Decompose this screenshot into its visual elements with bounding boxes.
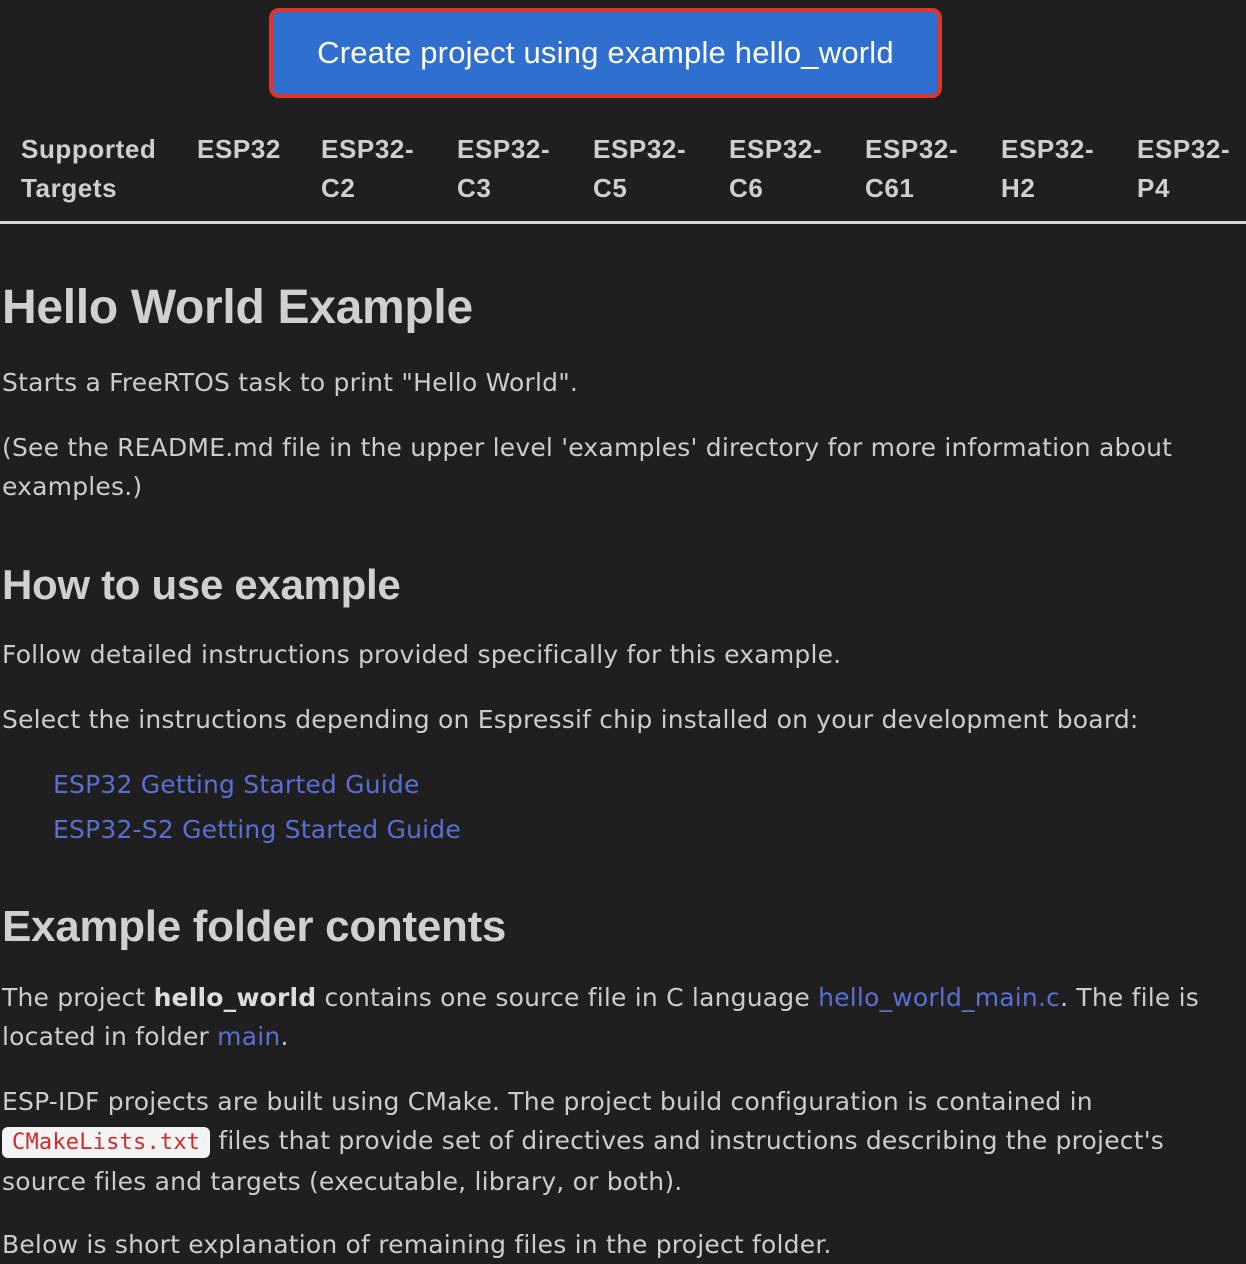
project-text-4: . <box>280 1022 289 1051</box>
folder-contents-heading: Example folder contents <box>2 902 507 951</box>
target-esp32-h2: ESP32- H2 <box>1001 134 1095 203</box>
main-folder-link[interactable]: main <box>217 1022 280 1051</box>
source-file-link[interactable]: hello_world_main.c <box>818 983 1060 1012</box>
supported-targets-table: Supported Targets ESP32 ESP32- C2 ESP32-… <box>0 124 1246 224</box>
top-action-area: Create project using example hello_world <box>0 0 1246 110</box>
target-esp32-c2: ESP32- C2 <box>321 134 415 203</box>
project-text-1: The project <box>2 983 154 1012</box>
project-name: hello_world <box>153 983 317 1012</box>
how-to-heading: How to use example <box>2 561 401 608</box>
project-text-2: contains one source file in C language <box>316 983 819 1012</box>
below-text: Below is short explanation of remaining … <box>2 1230 832 1259</box>
targets-header-label: Supported Targets <box>21 134 157 203</box>
cmake-description: ESP-IDF projects are built using CMake. … <box>2 1082 1202 1201</box>
cmakelists-code: CMakeLists.txt <box>2 1127 211 1158</box>
follow-text: Follow detailed instructions provided sp… <box>2 640 842 669</box>
select-text: Select the instructions depending on Esp… <box>2 705 1139 734</box>
project-description: The project hello_world contains one sou… <box>2 978 1202 1056</box>
target-esp32-p4: ESP32- P4 <box>1137 134 1231 203</box>
guide-link-esp32[interactable]: ESP32 Getting Started Guide <box>53 765 420 804</box>
guide-link-esp32-s2[interactable]: ESP32-S2 Getting Started Guide <box>53 810 461 849</box>
create-project-button[interactable]: Create project using example hello_world <box>297 35 914 71</box>
target-esp32-c6: ESP32- C6 <box>729 134 823 203</box>
cmake-text-1: ESP-IDF projects are built using CMake. … <box>2 1087 1093 1116</box>
create-project-button-frame[interactable]: Create project using example hello_world <box>269 8 942 98</box>
target-esp32-c3: ESP32- C3 <box>457 134 551 203</box>
see-readme-text: (See the README.md file in the upper lev… <box>2 433 1173 501</box>
readme-title: Hello World Example <box>2 281 473 334</box>
target-esp32-c5: ESP32- C5 <box>593 134 687 203</box>
target-esp32-c61: ESP32- C61 <box>865 134 959 203</box>
intro-text: Starts a FreeRTOS task to print "Hello W… <box>2 368 579 397</box>
target-esp32: ESP32 <box>197 134 281 164</box>
